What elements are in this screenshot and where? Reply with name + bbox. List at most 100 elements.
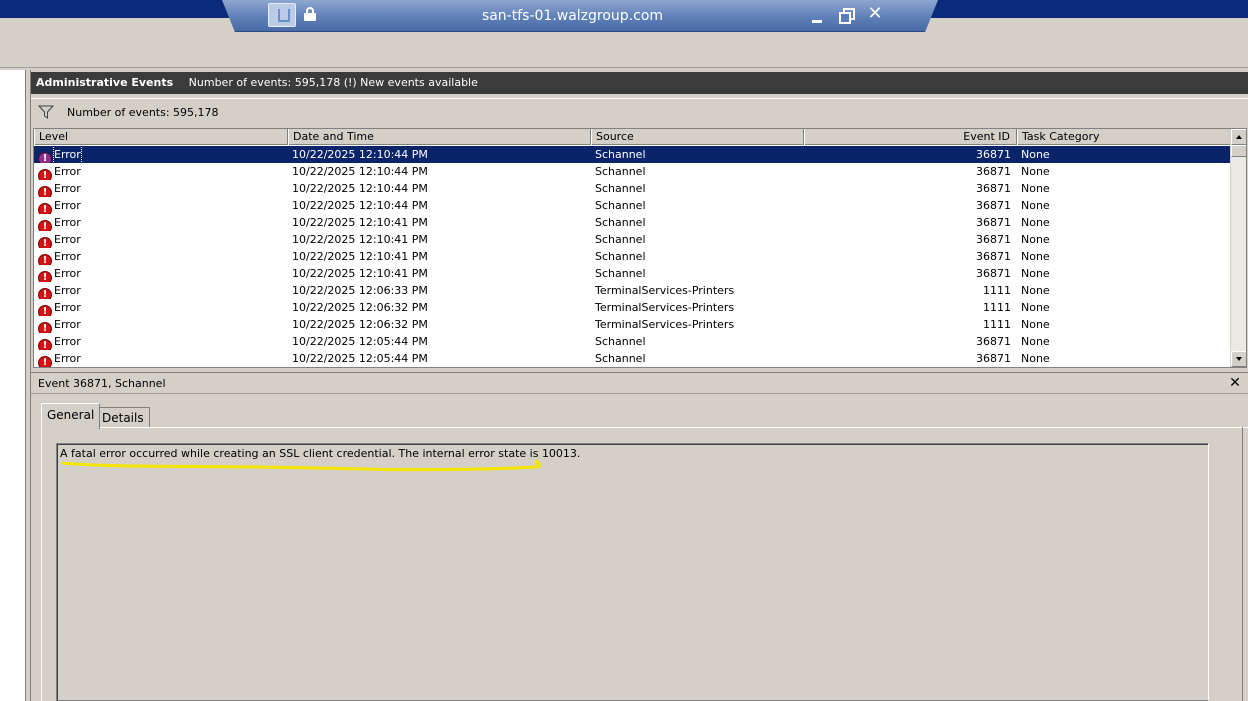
error-icon: ! <box>38 305 52 316</box>
cell-event-id: 36871 <box>976 216 1011 229</box>
table-row[interactable]: ! Error 10/22/2025 12:10:41 PM Schannel 3687… <box>34 231 1232 248</box>
level-text: Error <box>54 199 81 212</box>
level-text: Error <box>54 267 81 280</box>
error-icon: ! <box>38 220 52 231</box>
cell-level: ! Error <box>34 282 288 299</box>
cell-level: ! Error <box>34 316 288 333</box>
cell-level: ! Error <box>34 350 288 367</box>
column-header-task-category[interactable]: Task Category <box>1017 129 1232 145</box>
filter-icon[interactable] <box>38 105 54 119</box>
table-row[interactable]: ! Error 10/22/2025 12:10:44 PM Schannel 3687… <box>34 163 1232 180</box>
cell-date-time: 10/22/2025 12:10:41 PM <box>292 267 428 280</box>
cell-source: TerminalServices-Printers <box>595 284 735 297</box>
level-text: Error <box>54 216 81 229</box>
cell-date-time: 10/22/2025 12:05:44 PM <box>292 352 428 365</box>
cell-event-id: 1111 <box>983 284 1011 297</box>
view-title: Administrative Events <box>36 76 174 89</box>
restore-button[interactable] <box>835 4 857 26</box>
table-row[interactable]: ! Error 10/22/2025 12:10:41 PM Schannel 3687… <box>34 214 1232 231</box>
level-text: Error <box>54 335 81 348</box>
cell-event-id: 1111 <box>983 301 1011 314</box>
grid-body: ! Error 10/22/2025 12:10:44 PM Schannel 3687… <box>34 146 1232 367</box>
cell-source: Schannel <box>595 267 646 280</box>
error-icon: ! <box>38 339 52 350</box>
cell-level: ! Error <box>34 231 288 248</box>
close-icon[interactable]: ✕ <box>1228 376 1242 390</box>
error-icon: ! <box>38 271 52 282</box>
table-row[interactable]: ! Error 10/22/2025 12:06:32 PM TerminalServ… <box>34 299 1232 316</box>
cell-event-id: 36871 <box>976 199 1011 212</box>
event-viewer-main-panel: Administrative Events Number of events: … <box>30 70 1248 701</box>
level-text: Error <box>54 284 81 297</box>
cell-level: ! Error <box>34 214 288 231</box>
cell-task-category: None <box>1021 335 1050 348</box>
table-row[interactable]: ! Error 10/22/2025 12:05:44 PM Schannel 3687… <box>34 333 1232 350</box>
error-icon: ! <box>38 254 52 265</box>
column-header-level[interactable]: Level <box>34 129 288 145</box>
cell-level: ! Error <box>34 163 288 180</box>
table-row[interactable]: ! Error 10/22/2025 12:10:41 PM Schannel 3687… <box>34 248 1232 265</box>
cell-level: ! Error <box>34 299 288 316</box>
table-row[interactable]: ! Error 10/22/2025 12:06:32 PM TerminalServ… <box>34 316 1232 333</box>
table-row[interactable]: ! Error 10/22/2025 12:10:41 PM Schannel 3687… <box>34 265 1232 282</box>
cell-event-id: 36871 <box>976 352 1011 365</box>
events-grid[interactable]: Level Date and Time Source Event ID Task… <box>33 128 1247 368</box>
level-text: Error <box>54 250 81 263</box>
cell-task-category: None <box>1021 284 1050 297</box>
error-icon: ! <box>38 186 52 197</box>
highlight-annotation <box>61 459 541 472</box>
cell-level: ! Error <box>34 333 288 350</box>
tab-general[interactable]: General <box>41 403 101 429</box>
cell-task-category: None <box>1021 318 1050 331</box>
cell-level: ! Error <box>34 180 288 197</box>
cell-task-category: None <box>1021 352 1050 365</box>
error-icon: ! <box>38 322 52 333</box>
panel-edge <box>1242 427 1248 701</box>
event-message-box[interactable]: A fatal error occurred while creating an… <box>56 443 1209 701</box>
connection-title: san-tfs-01.walzgroup.com <box>481 8 664 24</box>
table-row[interactable]: ! Error 10/22/2025 12:10:44 PM Schannel 3687… <box>34 180 1232 197</box>
cell-event-id: 36871 <box>976 250 1011 263</box>
cell-task-category: None <box>1021 148 1050 161</box>
scroll-down-button[interactable] <box>1231 351 1246 367</box>
cell-date-time: 10/22/2025 12:10:41 PM <box>292 250 428 263</box>
table-row[interactable]: ! Error 10/22/2025 12:05:44 PM Schannel 3687… <box>34 350 1232 367</box>
level-text: Error <box>54 352 81 365</box>
navigation-pane[interactable] <box>0 70 26 701</box>
vertical-scrollbar[interactable] <box>1230 129 1246 367</box>
cell-event-id: 36871 <box>976 148 1011 161</box>
pin-icon[interactable] <box>268 3 296 27</box>
cell-date-time: 10/22/2025 12:10:41 PM <box>292 233 428 246</box>
filter-bar: Number of events: 595,178 <box>31 98 1248 125</box>
cell-task-category: None <box>1021 301 1050 314</box>
level-text: Error <box>53 146 82 163</box>
cell-event-id: 36871 <box>976 182 1011 195</box>
view-header: Administrative Events Number of events: … <box>31 72 1248 94</box>
table-row[interactable]: ! Error 10/22/2025 12:10:44 PM Schannel 3687… <box>34 146 1232 163</box>
level-text: Error <box>54 182 81 195</box>
cell-source: Schannel <box>595 182 646 195</box>
cell-source: Schannel <box>595 335 646 348</box>
cell-source: Schannel <box>595 165 646 178</box>
toolbar <box>0 44 1248 68</box>
scroll-up-button[interactable] <box>1231 129 1246 145</box>
column-header-source[interactable]: Source <box>591 129 804 145</box>
cell-task-category: None <box>1021 216 1050 229</box>
filter-count: Number of events: 595,178 <box>67 106 219 119</box>
minimize-button[interactable] <box>806 4 828 26</box>
scroll-thumb[interactable] <box>1231 145 1246 157</box>
cell-level: ! Error <box>34 265 288 282</box>
grid-header: Level Date and Time Source Event ID Task… <box>34 129 1232 145</box>
column-header-date-time[interactable]: Date and Time <box>288 129 591 145</box>
table-row[interactable]: ! Error 10/22/2025 12:10:44 PM Schannel 3687… <box>34 197 1232 214</box>
table-row[interactable]: ! Error 10/22/2025 12:06:33 PM TerminalServ… <box>34 282 1232 299</box>
cell-date-time: 10/22/2025 12:06:32 PM <box>292 318 428 331</box>
cell-source: Schannel <box>595 233 646 246</box>
level-text: Error <box>54 165 81 178</box>
tab-details[interactable]: Details <box>96 407 150 428</box>
cell-date-time: 10/22/2025 12:10:44 PM <box>292 165 428 178</box>
column-header-event-id[interactable]: Event ID <box>804 129 1017 145</box>
close-icon[interactable]: ✕ <box>864 4 886 26</box>
cell-date-time: 10/22/2025 12:10:41 PM <box>292 216 428 229</box>
cell-event-id: 1111 <box>983 318 1011 331</box>
